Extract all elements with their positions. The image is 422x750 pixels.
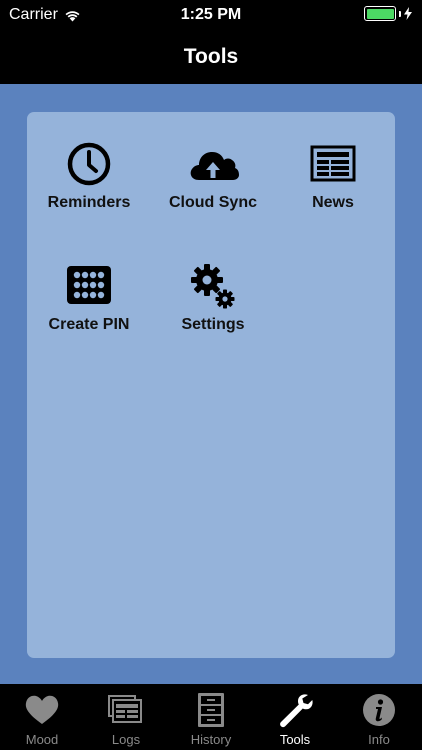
keypad-icon [67,266,111,304]
cloud-sync-label: Cloud Sync [168,194,257,211]
tab-history[interactable]: History [169,684,253,750]
tab-info-label: Info [368,732,390,747]
battery-fill [366,8,394,19]
settings-label: Settings [181,316,245,333]
tab-logs[interactable]: Logs [84,684,168,750]
create-pin-label: Create PIN [48,316,130,333]
heart-icon [25,695,59,724]
charging-bolt-icon [404,7,412,20]
tab-mood-label: Mood [25,732,59,747]
status-bar: Carrier 1:25 PM [0,0,422,30]
content-area: Reminders Cloud Sync News Create PIN Set… [0,84,422,684]
gears-icon [191,264,235,309]
status-time: 1:25 PM [180,6,242,23]
tab-info[interactable]: Info [337,684,421,750]
wrench-icon [280,694,313,728]
settings-button[interactable]: Settings [151,262,275,334]
news-label: News [312,194,354,211]
cloud-sync-button[interactable]: Cloud Sync [151,140,275,212]
newspaper-icon [310,145,356,182]
navigation-bar: Tools [0,30,422,84]
battery-icon [364,6,396,21]
battery-indicator [364,6,412,21]
file-cabinet-icon [198,693,224,727]
page-title: Tools [183,45,239,68]
create-pin-button[interactable]: Create PIN [27,262,151,334]
logs-icon [108,695,142,723]
news-button[interactable]: News [271,140,395,212]
tab-history-label: History [190,732,232,747]
tools-panel: Reminders Cloud Sync News Create PIN Set… [27,112,395,658]
tab-tools-label: Tools [279,732,311,747]
reminders-button[interactable]: Reminders [27,140,151,212]
tab-logs-label: Logs [111,732,141,747]
battery-tip [399,10,401,17]
cloud-upload-icon [190,152,239,180]
info-icon [363,694,395,726]
clock-icon [67,142,111,186]
tab-bar: Mood Logs History Tools Info [0,684,422,750]
reminders-label: Reminders [47,194,131,211]
tab-tools[interactable]: Tools [253,684,337,750]
tab-mood[interactable]: Mood [0,684,84,750]
